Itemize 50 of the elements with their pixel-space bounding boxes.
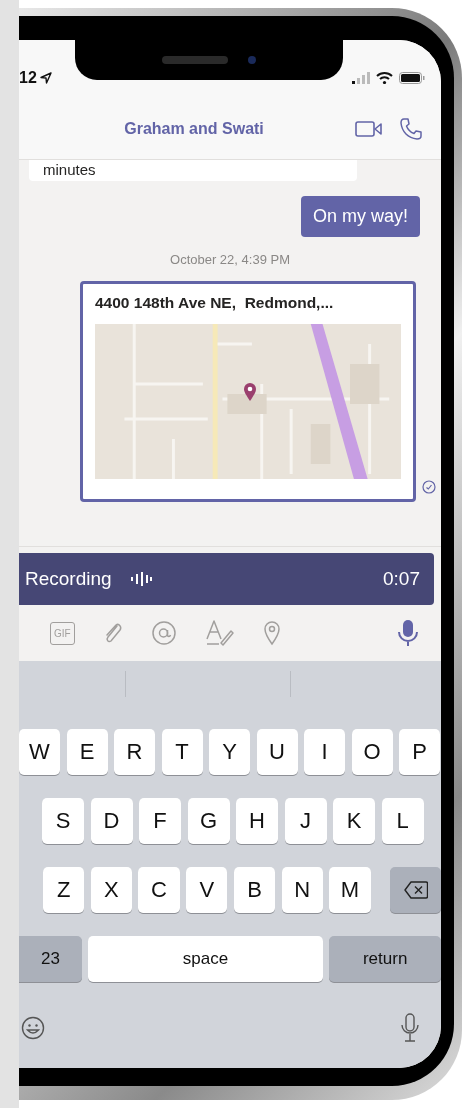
location-address: 4400 148th Ave NE, Redmond,...	[95, 294, 335, 312]
signal-icon	[352, 72, 370, 84]
keyboard-key[interactable]: S	[42, 798, 84, 844]
chat-title: Graham and Swati	[123, 119, 265, 138]
battery-icon	[399, 72, 425, 84]
keyboard-key[interactable]: O	[351, 729, 393, 775]
keyboard-key[interactable]: L	[381, 798, 424, 844]
emoji-icon[interactable]	[21, 1016, 45, 1040]
keyboard-key[interactable]: T	[161, 729, 203, 775]
video-call-icon[interactable]	[355, 119, 383, 138]
location-arrow-icon	[39, 72, 52, 84]
keyboard-key[interactable]: I	[304, 729, 345, 775]
keyboard-key[interactable]: F	[139, 798, 181, 844]
keyboard-key[interactable]: Z	[43, 867, 85, 913]
keyboard-key[interactable]: H	[236, 798, 278, 844]
keyboard-key[interactable]: M	[329, 867, 371, 913]
keyboard-key[interactable]: X	[90, 867, 132, 913]
keyboard-key[interactable]: N	[281, 867, 323, 913]
phone-call-icon[interactable]	[399, 116, 423, 141]
keyboard-key[interactable]: E	[66, 729, 108, 775]
keyboard-key[interactable]: D	[90, 798, 133, 844]
keyboard-key[interactable]: Y	[209, 729, 250, 775]
recording-duration: 0:07	[383, 568, 420, 590]
keyboard-key[interactable]: K	[333, 798, 375, 844]
message-timestamp: October 22, 4:39 PM	[170, 252, 290, 267]
return-key[interactable]: return	[329, 936, 441, 982]
dictation-mic-icon[interactable]	[401, 1013, 419, 1043]
keyboard-key[interactable]: R	[114, 729, 155, 775]
backspace-icon	[403, 881, 428, 899]
status-time: 12	[19, 69, 37, 87]
waveform-icon	[129, 571, 152, 587]
received-message: minutes	[29, 160, 357, 181]
keyboard-key[interactable]: P	[399, 729, 440, 775]
sent-message: On my way!	[300, 196, 420, 237]
map-pin-icon	[243, 382, 257, 402]
backspace-key[interactable]	[390, 867, 441, 913]
location-card[interactable]: 4400 148th Ave NE, Redmond,...	[80, 281, 416, 502]
keyboard-key[interactable]: W	[19, 729, 60, 775]
wifi-icon	[376, 72, 393, 84]
numbers-key[interactable]: 23	[19, 936, 82, 982]
recording-label: Recording	[25, 568, 112, 590]
microphone-icon[interactable]	[397, 619, 419, 647]
space-key[interactable]: space	[88, 936, 323, 982]
keyboard-key[interactable]: U	[256, 729, 298, 775]
keyboard-key[interactable]: J	[284, 798, 327, 844]
read-receipt-icon	[422, 480, 436, 494]
keyboard-key[interactable]: V	[186, 867, 228, 913]
keyboard-key[interactable]: B	[233, 867, 276, 913]
keyboard-key[interactable]: C	[138, 867, 180, 913]
keyboard-key[interactable]: G	[187, 798, 230, 844]
